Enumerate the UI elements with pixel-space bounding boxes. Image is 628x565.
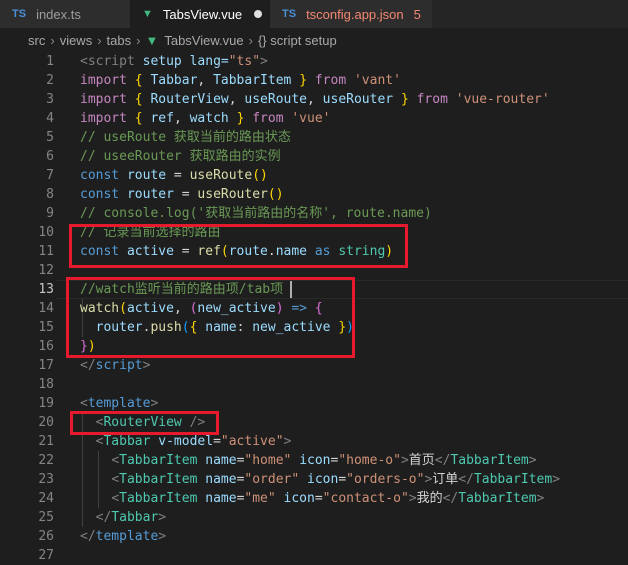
line-number: 22 (38, 453, 54, 468)
vue-file-icon: ▼ (142, 8, 153, 20)
line-number: 27 (38, 548, 54, 563)
code-line-9: // console.log('获取当前路由的名称', route.name) (80, 206, 432, 221)
breadcrumb-item-views[interactable]: views (60, 33, 93, 48)
tab-tsconfig-app-json[interactable]: TS tsconfig.app.json 5 (270, 0, 432, 28)
line-number: 21 (38, 434, 54, 449)
line-number: 12 (38, 263, 54, 278)
line-number: 17 (38, 358, 54, 373)
editor-tab-bar: TS index.ts ▼ TabsView.vue TS tsconfig.a… (0, 0, 628, 28)
code-line-4: import { ref, watch } from 'vue' (80, 111, 331, 126)
chevron-right-icon: › (248, 32, 253, 48)
breadcrumb-item-file[interactable]: TabsView.vue (164, 33, 243, 48)
line-number: 16 (38, 339, 54, 354)
problems-count-badge: 5 (413, 6, 421, 22)
line-number: 8 (46, 187, 54, 202)
line-number: 24 (38, 491, 54, 506)
line-number: 10 (38, 225, 54, 240)
code-line-2: import { Tabbar, TabbarItem } from 'vant… (80, 73, 401, 88)
tab-label: index.ts (36, 6, 81, 22)
line-number: 23 (38, 472, 54, 487)
annotation-box-watch (66, 277, 355, 358)
code-line-5: // useRoute 获取当前的路由状态 (80, 130, 291, 145)
chevron-right-icon: › (50, 32, 55, 48)
line-number: 25 (38, 510, 54, 525)
line-number: 9 (46, 206, 54, 221)
code-line-22: <TabbarItem name="home" icon="home-o">首页… (111, 453, 537, 468)
tab-label: tsconfig.app.json (306, 6, 404, 22)
tab-index-ts[interactable]: TS index.ts (0, 0, 130, 28)
line-number: 20 (38, 415, 54, 430)
line-number: 15 (38, 320, 54, 335)
line-number: 2 (46, 73, 54, 88)
breadcrumb-item-src[interactable]: src (28, 33, 45, 48)
line-number: 3 (46, 92, 54, 107)
line-number: 11 (38, 244, 54, 259)
typescript-file-icon: TS (282, 8, 297, 20)
line-number: 19 (38, 396, 54, 411)
breadcrumb-item-tabs[interactable]: tabs (107, 33, 132, 48)
line-number-current: 13 (38, 282, 54, 297)
tab-label: TabsView.vue (162, 6, 243, 22)
tab-tabsview-vue[interactable]: ▼ TabsView.vue (130, 0, 270, 28)
code-line-3: import { RouterView, useRoute, useRouter… (80, 92, 550, 107)
code-line-1: <script setup lang="ts"> (80, 54, 268, 69)
code-line-17: </script> (80, 358, 151, 373)
code-line-26: </template> (80, 529, 167, 544)
code-line-6: // useeRouter 获取路由的实例 (80, 149, 281, 164)
typescript-file-icon: TS (12, 8, 27, 20)
line-number: 7 (46, 168, 54, 183)
chevron-right-icon: › (136, 32, 141, 48)
code-line-23: <TabbarItem name="order" icon="orders-o"… (111, 472, 561, 487)
breadcrumb-item-script-setup[interactable]: {} script setup (258, 33, 337, 48)
line-number: 14 (38, 301, 54, 316)
code-line-7: const route = useRoute() (80, 168, 268, 183)
line-number: 5 (46, 130, 54, 145)
breadcrumb: src › views › tabs › ▼ TabsView.vue › {}… (0, 28, 628, 52)
line-number: 18 (38, 377, 54, 392)
annotation-box-routerview (70, 411, 219, 435)
line-number: 6 (46, 149, 54, 164)
chevron-right-icon: › (97, 32, 102, 48)
line-number: 1 (46, 54, 54, 69)
code-line-8: const router = useRouter() (80, 187, 284, 202)
line-number: 4 (46, 111, 54, 126)
unsaved-dot-icon[interactable] (254, 10, 263, 18)
code-line-24: <TabbarItem name="me" icon="contact-o">我… (111, 491, 545, 506)
code-line-25: </Tabbar> (95, 510, 167, 525)
annotation-box-active-ref (69, 224, 408, 268)
vue-file-icon: ▼ (145, 32, 159, 48)
line-number: 26 (38, 529, 54, 544)
line-number-gutter: 1 2 3 4 5 6 7 8 9 10 11 12 13 14 15 16 1… (0, 52, 56, 565)
